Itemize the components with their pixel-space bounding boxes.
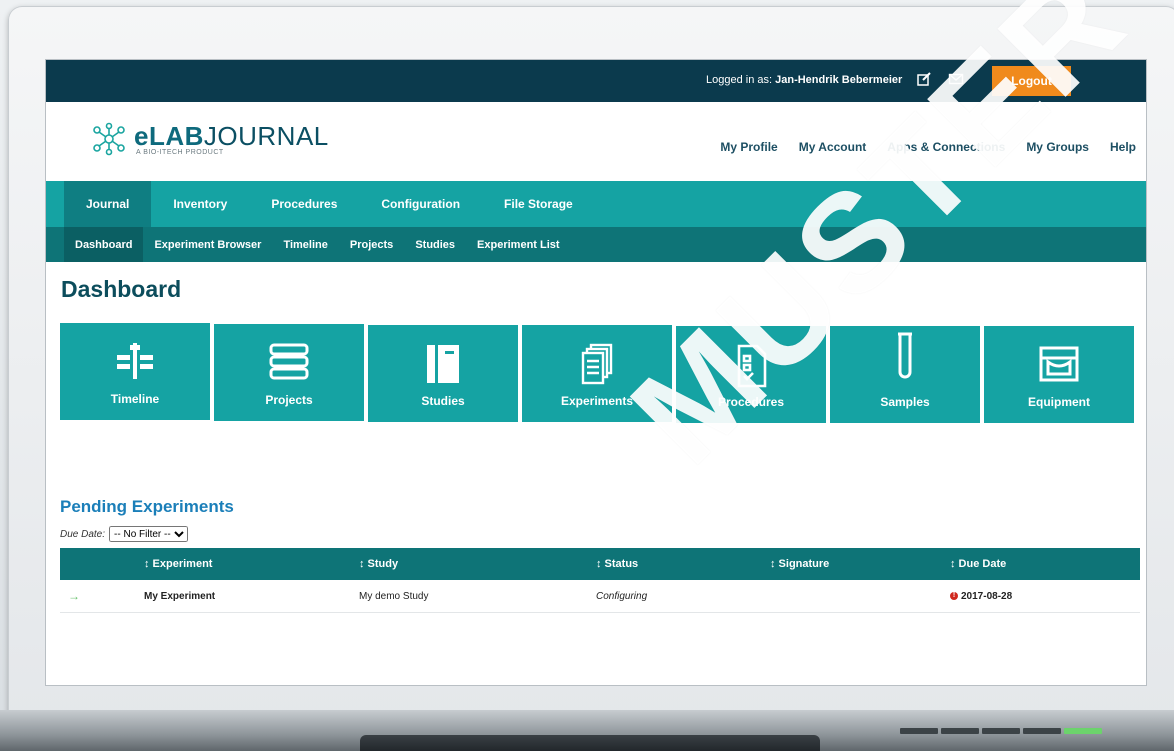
logo[interactable]: eLABJOURNAL A BIO-ITECH PRODUCT	[90, 122, 329, 156]
page-title: Dashboard	[61, 276, 182, 302]
due-date-cell: ! 2017-08-28	[950, 580, 1140, 613]
mail-icon[interactable]	[948, 71, 964, 87]
tile-samples[interactable]: Samples	[830, 326, 980, 423]
tile-label: Samples	[880, 395, 930, 409]
account-nav: My Profile My Account Apps & Connections…	[720, 140, 1136, 154]
tile-timeline[interactable]: Timeline	[60, 323, 210, 420]
tile-equipment[interactable]: Equipment	[984, 326, 1134, 423]
tile-experiments[interactable]: Experiments	[522, 325, 672, 422]
tile-label: Experiments	[560, 394, 634, 408]
app-screen: Logged in as: Jan-Hendrik Bebermeier Log…	[46, 60, 1146, 685]
subtab-experiment-list[interactable]: Experiment List	[466, 227, 571, 262]
sub-nav: Dashboard Experiment Browser Timeline Pr…	[46, 227, 1146, 262]
tile-label: Timeline	[110, 392, 160, 406]
column-header-signature[interactable]: ↕ Signature	[770, 548, 950, 580]
due-date-label: Due Date:	[60, 528, 106, 540]
due-date-select[interactable]: -- No Filter --	[109, 526, 189, 542]
tab-inventory[interactable]: Inventory	[151, 181, 249, 227]
checklist-icon	[737, 344, 767, 388]
experiment-link[interactable]: My Experiment	[144, 580, 359, 613]
logout-button[interactable]: Logout	[992, 66, 1071, 96]
edit-icon[interactable]	[916, 71, 932, 87]
tab-configuration[interactable]: Configuration	[359, 181, 482, 227]
logged-in-label: Logged in as:	[706, 74, 773, 86]
nav-help[interactable]: Help	[1110, 140, 1136, 154]
timeline-icon	[117, 343, 153, 379]
brand-name: eLABJOURNAL	[134, 120, 329, 151]
study-cell: My demo Study	[359, 590, 429, 602]
table-row[interactable]: → My Experiment My demo Study Configurin…	[60, 580, 1140, 613]
top-bar: Logged in as: Jan-Hendrik Bebermeier Log…	[46, 60, 1146, 102]
nav-my-groups[interactable]: My Groups	[1026, 140, 1089, 154]
user-name: Jan-Hendrik Bebermeier	[775, 74, 903, 86]
notebook-icon	[427, 345, 459, 383]
warning-icon: !	[950, 591, 958, 600]
pending-experiments-title: Pending Experiments	[60, 497, 234, 516]
signature-cell	[770, 580, 950, 613]
subtab-studies[interactable]: Studies	[404, 227, 466, 262]
subtab-experiment-browser[interactable]: Experiment Browser	[143, 227, 272, 262]
subtab-projects[interactable]: Projects	[339, 227, 404, 262]
main-content: Dashboard Timeline Projects Studies Expe…	[46, 276, 1146, 613]
due-date-filter: Due Date: -- No Filter --	[60, 526, 1132, 542]
arrow-right-icon[interactable]: →	[60, 589, 80, 603]
status-cell: Configuring	[596, 590, 648, 602]
documents-icon	[581, 343, 613, 385]
equipment-icon	[1039, 346, 1079, 382]
pending-experiments-table: ↕ Experiment ↕ Study ↕ Status ↕ Signatur…	[60, 548, 1140, 613]
molecule-logo-icon	[93, 122, 125, 156]
nav-my-profile[interactable]: My Profile	[720, 140, 777, 154]
column-header-study[interactable]: ↕ Study	[359, 548, 596, 580]
column-header-due-date[interactable]: ↕ Due Date	[950, 548, 1140, 580]
column-header-experiment[interactable]: ↕ Experiment	[144, 548, 359, 580]
header: eLABJOURNAL A BIO-ITECH PRODUCT My Profi…	[46, 102, 1146, 181]
tile-projects[interactable]: Projects	[214, 324, 364, 421]
tile-label: Studies	[421, 394, 465, 408]
books-icon	[269, 343, 309, 380]
tile-procedures[interactable]: Procedures	[676, 326, 826, 423]
tile-studies[interactable]: Studies	[368, 325, 518, 422]
monitor-stand	[360, 735, 820, 751]
tile-label: Equipment	[1028, 395, 1090, 409]
tile-label: Procedures	[717, 395, 785, 409]
test-tube-icon	[898, 332, 912, 379]
column-header-status[interactable]: ↕ Status	[596, 548, 770, 580]
main-nav: Journal Inventory Procedures Configurati…	[46, 181, 1146, 227]
dashboard-tiles: Timeline Projects Studies Experiments Pr…	[60, 323, 1134, 433]
tile-label: Projects	[265, 393, 313, 407]
monitor-buttons	[900, 728, 1102, 734]
nav-apps-connections[interactable]: Apps & Connections	[887, 140, 1005, 154]
subtab-timeline[interactable]: Timeline	[272, 227, 338, 262]
tab-file-storage[interactable]: File Storage	[482, 181, 595, 227]
login-info: Logged in as: Jan-Hendrik Bebermeier	[706, 74, 902, 86]
tab-procedures[interactable]: Procedures	[249, 181, 359, 227]
tab-journal[interactable]: Journal	[64, 181, 152, 227]
nav-my-account[interactable]: My Account	[799, 140, 867, 154]
due-date-value: 2017-08-28	[961, 590, 1013, 602]
subtab-dashboard[interactable]: Dashboard	[64, 227, 144, 262]
